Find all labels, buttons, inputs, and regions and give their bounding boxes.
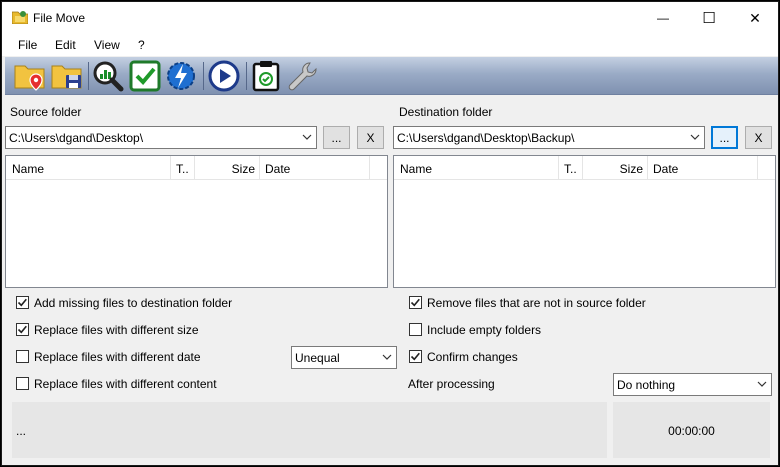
menu-file[interactable]: File: [18, 38, 37, 52]
chevron-down-icon: [382, 354, 392, 360]
clipboard-check-icon[interactable]: [250, 60, 282, 92]
status-message-panel: ...: [12, 402, 607, 458]
status-timer-panel: 00:00:00: [613, 402, 770, 458]
checkmark-icon: [17, 325, 27, 334]
replace-date-label: Replace files with different date: [34, 350, 201, 364]
maximize-icon: ☐: [702, 10, 716, 27]
checkmark-icon: [17, 298, 27, 307]
after-processing-label: After processing: [408, 377, 495, 391]
after-processing-select[interactable]: Do nothing: [613, 373, 772, 396]
add-missing-label: Add missing files to destination folder: [34, 296, 233, 310]
replace-content-label: Replace files with different content: [34, 377, 217, 391]
checkmark-icon: [410, 298, 420, 307]
close-button[interactable]: ✕: [732, 2, 778, 34]
window-title: File Move: [33, 11, 86, 25]
source-path-text: C:\Users\dgand\Desktop\: [9, 131, 144, 145]
destination-file-list[interactable]: Name T.. Size Date: [393, 155, 776, 288]
destination-clear-button[interactable]: X: [745, 126, 772, 149]
maximize-button[interactable]: ☐: [686, 2, 732, 34]
source-list-header: Name T.. Size Date: [6, 156, 387, 180]
remove-not-in-source-label: Remove files that are not in source fold…: [427, 296, 646, 310]
destination-clear-label: X: [754, 130, 763, 145]
column-size[interactable]: Size: [583, 156, 648, 180]
replace-size-checkbox[interactable]: [16, 323, 29, 336]
chevron-down-icon: [690, 134, 700, 140]
toolbar-separator: [246, 62, 247, 90]
lightning-gear-icon[interactable]: [165, 60, 197, 92]
column-name[interactable]: Name: [6, 156, 171, 180]
chevron-down-icon: [302, 134, 312, 140]
include-empty-label: Include empty folders: [427, 323, 542, 337]
compare-magnifier-icon[interactable]: [92, 60, 124, 92]
confirm-changes-checkbox[interactable]: [409, 350, 422, 363]
check-icon[interactable]: [129, 60, 161, 92]
toolbar: [5, 57, 778, 95]
minimize-button[interactable]: —: [640, 2, 686, 34]
elapsed-timer: 00:00:00: [668, 424, 715, 438]
source-clear-button[interactable]: X: [357, 126, 384, 149]
source-browse-label: ...: [331, 130, 342, 145]
destination-folder-label: Destination folder: [399, 105, 493, 119]
menu-edit[interactable]: Edit: [55, 38, 76, 52]
date-mode-value: Unequal: [295, 351, 340, 365]
column-date[interactable]: Date: [648, 156, 758, 180]
menu-help[interactable]: ?: [138, 38, 145, 52]
column-size[interactable]: Size: [195, 156, 260, 180]
date-mode-select[interactable]: Unequal: [291, 346, 397, 369]
column-date[interactable]: Date: [260, 156, 370, 180]
source-clear-label: X: [366, 130, 375, 145]
include-empty-checkbox[interactable]: [409, 323, 422, 336]
replace-date-checkbox[interactable]: [16, 350, 29, 363]
destination-list-header: Name T.. Size Date: [394, 156, 775, 180]
status-message: ...: [16, 424, 27, 438]
destination-path-combo[interactable]: C:\Users\dgand\Desktop\Backup\: [393, 126, 705, 149]
play-icon[interactable]: [208, 60, 240, 92]
source-folder-label: Source folder: [10, 105, 82, 119]
minimize-icon: —: [657, 11, 669, 25]
column-type[interactable]: T..: [559, 156, 583, 180]
add-missing-checkbox[interactable]: [16, 296, 29, 309]
toolbar-separator: [88, 62, 89, 90]
checkmark-icon: [410, 352, 420, 361]
destination-path-text: C:\Users\dgand\Desktop\Backup\: [397, 131, 575, 145]
replace-content-checkbox[interactable]: [16, 377, 29, 390]
after-processing-value: Do nothing: [617, 378, 676, 392]
destination-browse-label: ...: [719, 130, 730, 145]
source-folder-icon[interactable]: [14, 60, 46, 92]
confirm-changes-label: Confirm changes: [427, 350, 518, 364]
column-name[interactable]: Name: [394, 156, 559, 180]
replace-size-label: Replace files with different size: [34, 323, 199, 337]
menu-bar: File Edit View ?: [2, 34, 778, 56]
menu-view[interactable]: View: [94, 38, 120, 52]
source-path-combo[interactable]: C:\Users\dgand\Desktop\: [5, 126, 317, 149]
destination-folder-icon[interactable]: [51, 60, 83, 92]
remove-not-in-source-checkbox[interactable]: [409, 296, 422, 309]
destination-browse-button[interactable]: ...: [711, 126, 738, 149]
source-browse-button[interactable]: ...: [323, 126, 350, 149]
chevron-down-icon: [757, 381, 767, 387]
column-type[interactable]: T..: [171, 156, 195, 180]
source-file-list[interactable]: Name T.. Size Date: [5, 155, 388, 288]
toolbar-separator: [203, 62, 204, 90]
wrench-icon[interactable]: [286, 60, 318, 92]
close-icon: ✕: [749, 9, 761, 26]
title-bar[interactable]: File Move — ☐ ✕: [2, 2, 778, 34]
file-move-window: File Move — ☐ ✕ File Edit View ? Source …: [1, 1, 779, 466]
folder-app-icon: [12, 11, 28, 24]
